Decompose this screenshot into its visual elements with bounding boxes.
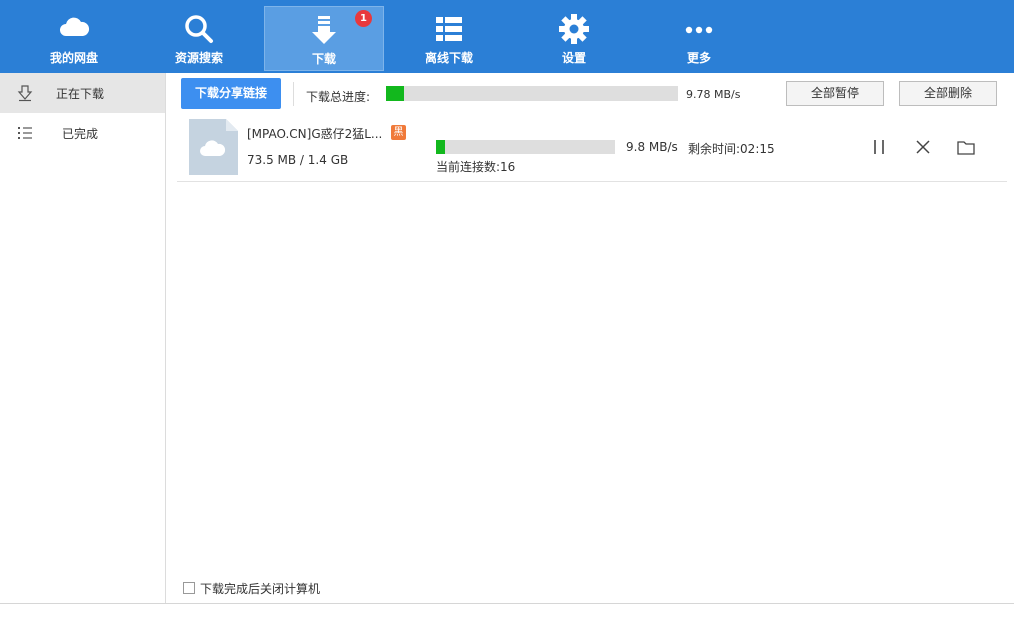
search-icon (185, 15, 213, 43)
nav-label: 离线下载 (424, 51, 473, 65)
sidebar-item-completed[interactable]: 已完成 (0, 113, 165, 153)
nav-resource-search[interactable]: 资源搜索 (139, 6, 259, 71)
gear-icon (559, 14, 589, 44)
task-connections: 当前连接数:16 (436, 160, 516, 174)
sidebar-item-label: 正在下载 (56, 87, 105, 101)
task-file-name: [MPAO.CN]G惑仔2猛L... (247, 127, 383, 141)
task-remaining-time: 剩余时间:02:15 (688, 142, 775, 156)
nav-download[interactable]: 1 下载 (264, 6, 384, 71)
folder-icon[interactable] (956, 137, 976, 157)
delete-all-button[interactable]: 全部删除 (899, 81, 997, 106)
total-progress-fill (386, 86, 404, 101)
nav-my-cloud[interactable]: 我的网盘 (14, 6, 134, 71)
total-progress-label: 下载总进度: (306, 90, 371, 104)
nav-label: 下载 (311, 52, 336, 66)
task-speed: 9.8 MB/s (626, 140, 678, 154)
download-count-badge: 1 (355, 10, 372, 27)
nav-label: 我的网盘 (49, 51, 98, 65)
nav-settings[interactable]: 设置 (514, 6, 634, 71)
close-icon[interactable] (913, 137, 933, 157)
toolbar-divider (293, 82, 294, 106)
nav-label: 资源搜索 (174, 51, 223, 65)
total-speed: 9.78 MB/s (686, 88, 741, 101)
top-nav-bar: 我的网盘 资源搜索 1 下载 离线下载 设置 更多 (0, 0, 1014, 73)
download-task-row[interactable]: [MPAO.CN]G惑仔2猛L... 黑 73.5 MB / 1.4 GB 9.… (177, 115, 1007, 182)
sidebar-item-downloading[interactable]: 正在下载 (0, 73, 165, 113)
shutdown-label: 下载完成后关闭计算机 (200, 582, 321, 596)
list-icon (436, 17, 462, 41)
sidebar-item-label: 已完成 (62, 127, 99, 141)
task-tag: 黑 (391, 125, 406, 140)
nav-label: 更多 (686, 51, 711, 65)
shutdown-checkbox[interactable] (183, 582, 195, 594)
list-bullets-icon (18, 127, 32, 139)
download-arrow-icon (17, 85, 33, 102)
task-progress-fill (436, 140, 445, 154)
download-share-link-button[interactable]: 下载分享链接 (181, 78, 281, 109)
nav-more[interactable]: 更多 (639, 6, 759, 71)
cloud-icon (60, 17, 90, 36)
sidebar: 正在下载 已完成 (0, 73, 166, 603)
pause-icon[interactable] (869, 137, 889, 157)
download-toolbar: 下载分享链接 下载总进度: 9.78 MB/s 全部暂停 全部删除 (166, 73, 1014, 115)
pause-all-button[interactable]: 全部暂停 (786, 81, 884, 106)
nav-offline-download[interactable]: 离线下载 (389, 6, 509, 71)
task-progress-bar (436, 140, 615, 154)
more-dots-icon (685, 26, 713, 34)
total-progress-bar (386, 86, 678, 101)
task-file-size: 73.5 MB / 1.4 GB (247, 153, 349, 167)
cloud-file-icon (189, 119, 238, 175)
bottom-divider (0, 603, 1014, 604)
nav-label: 设置 (561, 51, 586, 65)
download-icon (312, 16, 336, 44)
